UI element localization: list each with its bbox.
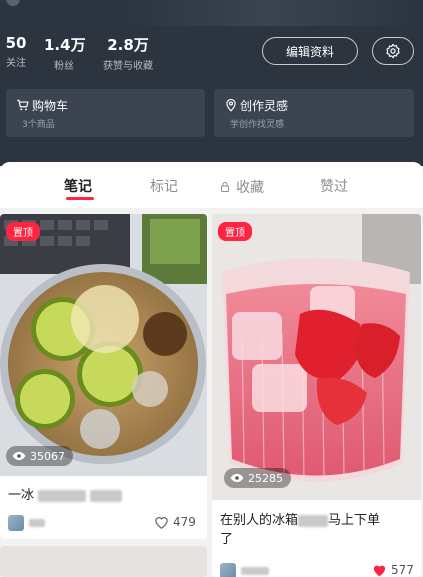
active-tab-indicator — [66, 197, 94, 200]
creative-inspiration-title: 创作灵感 — [240, 99, 289, 113]
author-avatar — [220, 563, 236, 577]
eye-icon — [12, 451, 26, 461]
redacted-author — [29, 519, 45, 527]
heart-outline-icon — [155, 517, 168, 529]
followers-label: 粉丝 — [54, 61, 74, 72]
post-image-strawberry-drink — [212, 214, 421, 500]
location-pin-icon — [226, 98, 236, 112]
following-count: 50 — [5, 34, 27, 52]
followers-count: 1.4万 — [44, 36, 86, 54]
shopping-cart-title: 购物车 — [32, 99, 69, 113]
lock-icon — [221, 182, 229, 192]
author-avatar — [8, 515, 24, 531]
followers-stat[interactable]: 1.4万 粉丝 — [44, 34, 86, 72]
view-count-badge: 35067 — [6, 446, 73, 466]
post-image-lime-tea — [0, 214, 207, 476]
redacted-text — [90, 489, 123, 502]
tab-liked[interactable]: 赞过 — [320, 176, 348, 196]
note-card[interactable] — [0, 546, 207, 577]
likes-collects-stat[interactable]: 2.8万 获赞与收藏 — [98, 34, 158, 72]
view-count: 25285 — [248, 471, 283, 485]
likes-collects-count: 2.8万 — [107, 36, 149, 54]
gear-icon — [386, 43, 400, 59]
following-stat[interactable]: 50 关注 — [5, 34, 27, 69]
profile-header: 50 关注 1.4万 粉丝 2.8万 获赞与收藏 编辑资料 购物车 3个商品 创… — [0, 0, 423, 166]
post-title-text: 在别人的冰箱 — [220, 513, 299, 528]
post-image — [0, 546, 207, 577]
post-author[interactable] — [8, 515, 45, 531]
heart-filled-icon — [373, 565, 386, 577]
avatar[interactable] — [6, 0, 20, 6]
like-button[interactable]: 577 — [372, 563, 414, 577]
creative-inspiration-subtitle: 学创作找灵感 — [230, 120, 285, 130]
post-title-line2: 了 — [220, 532, 234, 547]
header-blur — [120, 0, 420, 26]
like-count: 577 — [391, 563, 414, 577]
pinned-badge: 置顶 — [218, 222, 252, 241]
post-title: 在别人的冰箱 马上下单 了 — [220, 511, 420, 549]
edit-profile-button[interactable]: 编辑资料 — [262, 37, 358, 65]
cart-icon — [17, 99, 29, 111]
post-author[interactable] — [220, 563, 269, 577]
following-label: 关注 — [6, 58, 26, 69]
post-title-text: 一冰 — [8, 488, 35, 503]
creative-inspiration-card[interactable]: 创作灵感 学创作找灵感 — [214, 89, 414, 137]
like-count: 479 — [173, 515, 196, 529]
tab-marked[interactable]: 标记 — [150, 176, 178, 196]
tab-favorites[interactable]: 收藏 — [219, 177, 264, 197]
eye-icon — [230, 473, 244, 483]
like-button[interactable]: 479 — [154, 515, 196, 529]
redacted-text — [298, 514, 329, 527]
shopping-cart-card[interactable]: 购物车 3个商品 — [6, 89, 205, 137]
view-count-badge: 25285 — [224, 468, 291, 488]
note-card[interactable]: 置顶 25285 在别人的冰箱 马上下单 了 577 — [212, 214, 421, 577]
tab-favorites-label: 收藏 — [236, 180, 265, 196]
view-count: 35067 — [30, 449, 65, 463]
post-title-tail: 马上下单 — [328, 513, 381, 528]
profile-tabs: 笔记 标记 收藏 赞过 — [0, 162, 423, 208]
pinned-badge: 置顶 — [6, 222, 40, 241]
settings-button[interactable] — [372, 37, 414, 65]
shopping-cart-subtitle: 3个商品 — [22, 120, 55, 130]
note-card[interactable]: 置顶 35067 一冰 479 — [0, 214, 207, 539]
redacted-text — [38, 489, 87, 502]
redacted-author — [241, 567, 269, 575]
tab-notes[interactable]: 笔记 — [64, 176, 92, 196]
likes-collects-label: 获赞与收藏 — [103, 61, 153, 72]
post-title: 一冰 — [8, 486, 198, 505]
